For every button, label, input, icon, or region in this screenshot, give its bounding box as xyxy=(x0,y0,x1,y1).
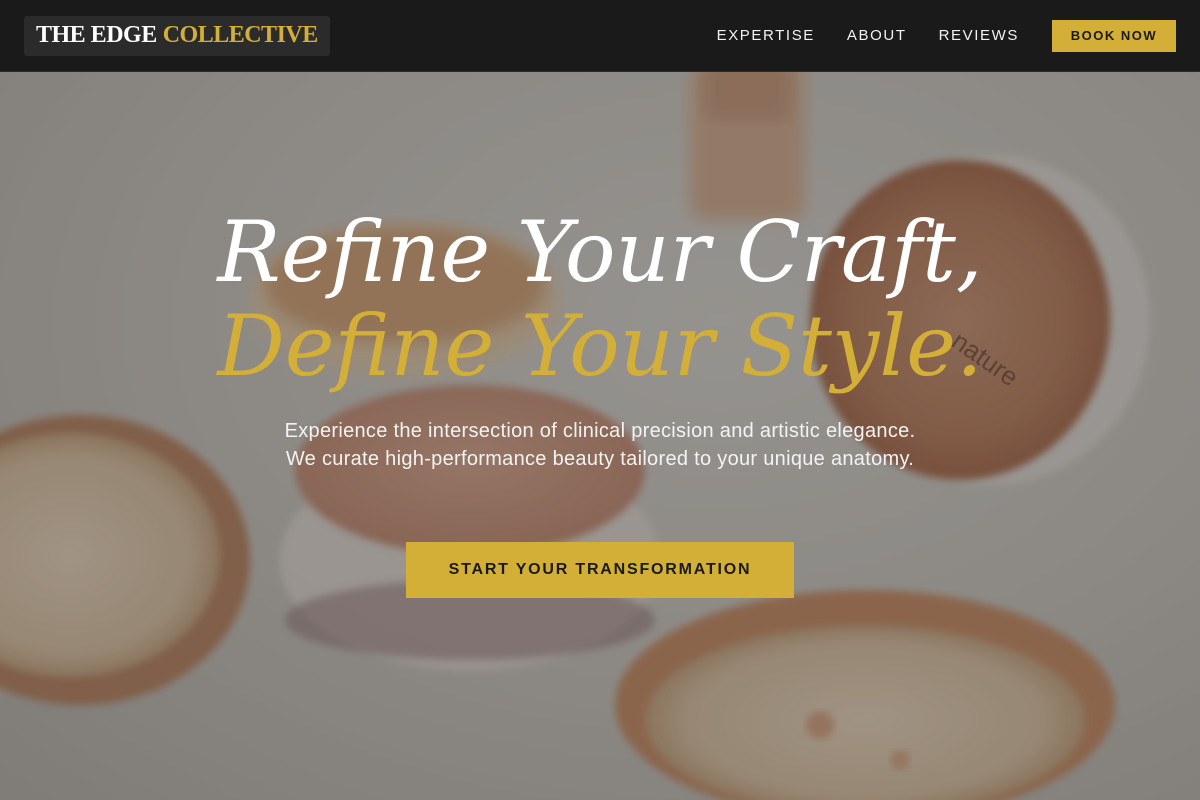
brand-logo[interactable]: THE EDGE COLLECTIVE xyxy=(24,15,330,56)
top-navbar: THE EDGE COLLECTIVE EXPERTISE ABOUT REVI… xyxy=(0,0,1200,72)
hero-section: Refine Your Craft, Define Your Style. Ex… xyxy=(0,72,1200,800)
hero-subtext: Experience the intersection of clinical … xyxy=(284,420,916,470)
nav-links: EXPERTISE ABOUT REVIEWS BOOK NOW xyxy=(685,19,1176,52)
nav-link-reviews[interactable]: REVIEWS xyxy=(939,27,1019,44)
nav-link-expertise[interactable]: EXPERTISE xyxy=(717,27,815,44)
logo-text-primary: THE EDGE xyxy=(36,22,157,48)
book-now-button[interactable]: BOOK NOW xyxy=(1052,19,1176,52)
hero-headline-line-1: Refine Your Craft, xyxy=(217,203,983,301)
nav-link-about[interactable]: ABOUT xyxy=(847,27,907,44)
landing-page: nature THE EDGE COLLECTIVE EXPERTISE ABO… xyxy=(0,0,1200,800)
logo-text-accent: COLLECTIVE xyxy=(162,22,319,48)
start-transformation-button[interactable]: START YOUR TRANSFORMATION xyxy=(406,542,794,598)
hero-headline-line-2: Define Your Style. xyxy=(217,297,983,395)
